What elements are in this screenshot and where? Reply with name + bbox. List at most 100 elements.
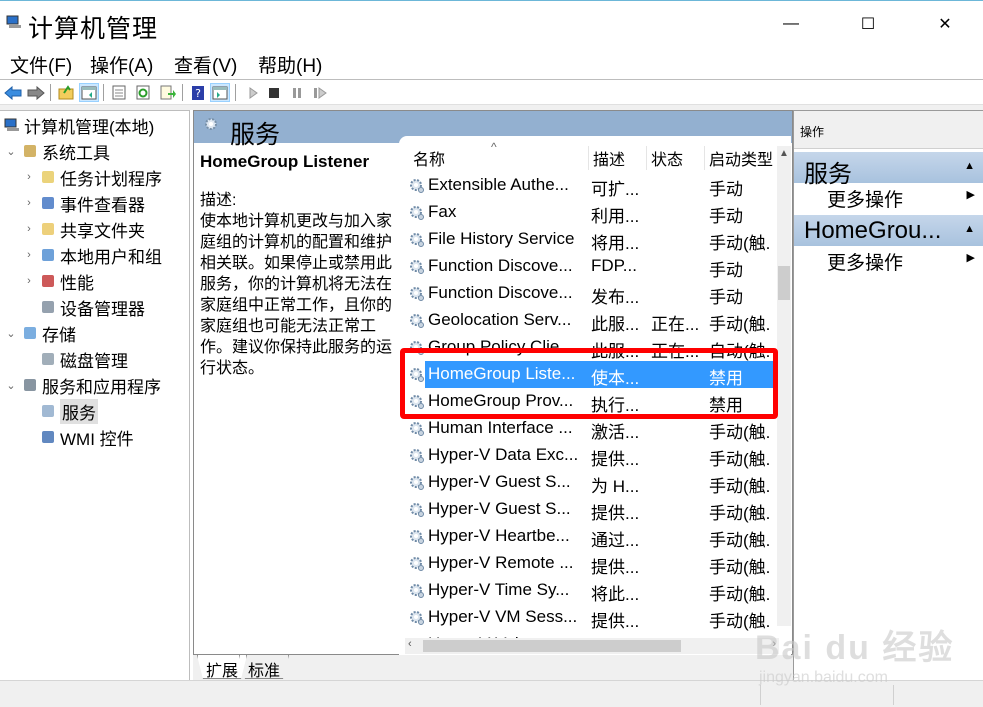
maximize-icon: ☐ xyxy=(860,16,876,33)
vertical-scroll-thumb[interactable] xyxy=(778,266,790,300)
show-hide-tree-button[interactable] xyxy=(79,83,99,102)
service-row[interactable]: Hyper-V Data Exc... 提供... 手动(触. xyxy=(405,442,779,469)
menu-action[interactable]: 操作(A) xyxy=(90,51,153,78)
chevron-right-icon[interactable]: › xyxy=(22,275,36,287)
help-button[interactable]: ? xyxy=(188,83,208,102)
restart-service-button[interactable] xyxy=(310,83,330,102)
chevron-right-icon[interactable]: › xyxy=(22,171,36,183)
action-more-actions[interactable]: 更多操作 ▶ xyxy=(794,183,983,211)
horizontal-scrollbar[interactable]: ‹ › xyxy=(405,638,779,654)
tree-item-label: 共享文件夹 xyxy=(60,221,145,241)
scroll-up-icon[interactable]: ▲ xyxy=(779,148,789,159)
action-label: 更多操作 xyxy=(827,190,904,211)
cell-desc: 发布... xyxy=(591,288,640,307)
stop-service-button[interactable] xyxy=(264,83,284,102)
service-row[interactable]: Extensible Authe... 可扩... 手动 xyxy=(405,172,779,199)
cell-startup: 手动 xyxy=(709,180,743,199)
refresh-button[interactable] xyxy=(133,83,153,102)
service-row[interactable]: Geolocation Serv... 此服... 正在... 手动(触. xyxy=(405,307,779,334)
users-icon xyxy=(40,247,56,263)
collapse-caret-icon[interactable]: ▲ xyxy=(964,223,975,235)
chevron-right-icon[interactable]: › xyxy=(22,249,36,261)
start-service-button[interactable] xyxy=(243,83,263,102)
tree-item[interactable]: › 任务计划程序 xyxy=(22,165,162,189)
actions-section-services[interactable]: 服务 ▲ xyxy=(794,152,983,188)
tree-item[interactable]: 磁盘管理 xyxy=(22,347,128,371)
column-header-name[interactable]: 名称 ^ xyxy=(409,140,589,170)
collapse-caret-icon[interactable]: ▲ xyxy=(964,160,975,172)
close-button[interactable]: ✕ xyxy=(930,11,960,37)
column-header-status[interactable]: 状态 xyxy=(647,146,705,170)
service-row[interactable]: Fax 利用... 手动 xyxy=(405,199,779,226)
horizontal-scroll-thumb[interactable] xyxy=(423,640,681,652)
cell-desc: 执行... xyxy=(591,396,640,415)
service-gear-icon xyxy=(409,313,425,329)
tab-standard[interactable]: 标准 xyxy=(239,655,290,679)
tree-item[interactable]: WMI 控件 xyxy=(22,425,134,449)
service-row[interactable]: HomeGroup Liste... 使本... 禁用 xyxy=(405,361,779,388)
cell-startup: 手动(触. xyxy=(709,558,771,577)
tree-item[interactable]: ⌄ 服务和应用程序 xyxy=(4,373,161,397)
tree-item[interactable]: 服务 xyxy=(22,398,98,424)
tree-root[interactable]: 计算机管理(本地) xyxy=(4,113,154,137)
cell-startup: 自动(触. xyxy=(709,342,771,361)
properties-button[interactable] xyxy=(109,83,129,102)
tree-item[interactable]: › 本地用户和组 xyxy=(22,243,162,267)
service-row[interactable]: Hyper-V Guest S... 为 H... 手动(触. xyxy=(405,469,779,496)
chevron-down-icon[interactable]: ⌄ xyxy=(4,379,18,392)
cell-name: Hyper-V Data Exc... xyxy=(428,445,579,464)
tab-extended[interactable]: 扩展 xyxy=(197,655,248,679)
cell-desc: 将用... xyxy=(591,234,640,253)
vertical-scrollbar[interactable]: ▲ xyxy=(777,146,791,626)
tree-item[interactable]: ⌄ 存储 xyxy=(4,321,76,345)
back-button[interactable] xyxy=(3,83,23,102)
computer-management-icon xyxy=(6,15,22,29)
action-more-actions[interactable]: 更多操作 ▶ xyxy=(794,246,983,274)
chevron-down-icon[interactable]: ⌄ xyxy=(4,145,18,158)
cell-desc: 此服... xyxy=(591,342,640,361)
forward-button[interactable] xyxy=(26,83,46,102)
column-header-description[interactable]: 描述 xyxy=(589,146,647,170)
service-row[interactable]: Function Discove... FDP... 手动 xyxy=(405,253,779,280)
scroll-right-icon[interactable]: › xyxy=(772,638,776,650)
tree-item[interactable]: 设备管理器 xyxy=(22,295,145,319)
service-row[interactable]: File History Service 将用... 手动(触. xyxy=(405,226,779,253)
service-row[interactable]: Hyper-V Guest S... 提供... 手动(触. xyxy=(405,496,779,523)
menu-view[interactable]: 查看(V) xyxy=(174,51,237,78)
service-gear-icon xyxy=(409,448,425,464)
services-list: 名称 ^ 描述 状态 启动类型 Extensible Authe... 可扩...… xyxy=(399,136,791,656)
action-label: 更多操作 xyxy=(827,253,904,274)
menu-help[interactable]: 帮助(H) xyxy=(258,51,322,78)
chevron-right-icon[interactable]: › xyxy=(22,197,36,209)
minimize-button[interactable]: — xyxy=(776,11,806,37)
back-icon xyxy=(4,85,22,100)
tree-item[interactable]: › 性能 xyxy=(22,269,94,293)
maximize-button[interactable]: ☐ xyxy=(853,11,883,37)
chevron-down-icon[interactable]: ⌄ xyxy=(4,327,18,340)
up-one-level-button[interactable] xyxy=(56,83,76,102)
chevron-right-icon[interactable]: › xyxy=(22,223,36,235)
service-row[interactable]: HomeGroup Prov... 执行... 禁用 xyxy=(405,388,779,415)
service-row[interactable]: Hyper-V Heartbe... 通过... 手动(触. xyxy=(405,523,779,550)
start-service-icon xyxy=(249,86,258,99)
service-row[interactable]: Hyper-V VM Sess... 提供... 手动(触. xyxy=(405,604,779,631)
pause-service-button[interactable] xyxy=(287,83,307,102)
service-row[interactable]: Group Policy Clie... 此服... 正在... 自动(触. xyxy=(405,334,779,361)
column-header-startup-type[interactable]: 启动类型 xyxy=(705,146,777,170)
show-hide-action-pane-button[interactable] xyxy=(210,83,230,102)
service-row[interactable]: Human Interface ... 激活... 手动(触. xyxy=(405,415,779,442)
menu-file[interactable]: 文件(F) xyxy=(10,51,72,78)
tree-item[interactable]: ⌄ 系统工具 xyxy=(4,139,110,163)
properties-icon xyxy=(112,85,126,100)
service-gear-icon xyxy=(409,367,425,383)
actions-section-homegroup[interactable]: HomeGrou... ▲ xyxy=(794,215,983,246)
service-row[interactable]: Function Discove... 发布... 手动 xyxy=(405,280,779,307)
tree-item[interactable]: › 事件查看器 xyxy=(22,191,145,215)
forward-icon xyxy=(27,85,45,100)
scroll-left-icon[interactable]: ‹ xyxy=(408,638,412,650)
service-row[interactable]: Hyper-V Time Sy... 将此... 手动(触. xyxy=(405,577,779,604)
tree-item[interactable]: › 共享文件夹 xyxy=(22,217,145,241)
service-row[interactable]: Hyper-V Remote ... 提供... 手动(触. xyxy=(405,550,779,577)
cell-startup: 手动(触. xyxy=(709,504,771,523)
export-list-button[interactable] xyxy=(158,83,178,102)
